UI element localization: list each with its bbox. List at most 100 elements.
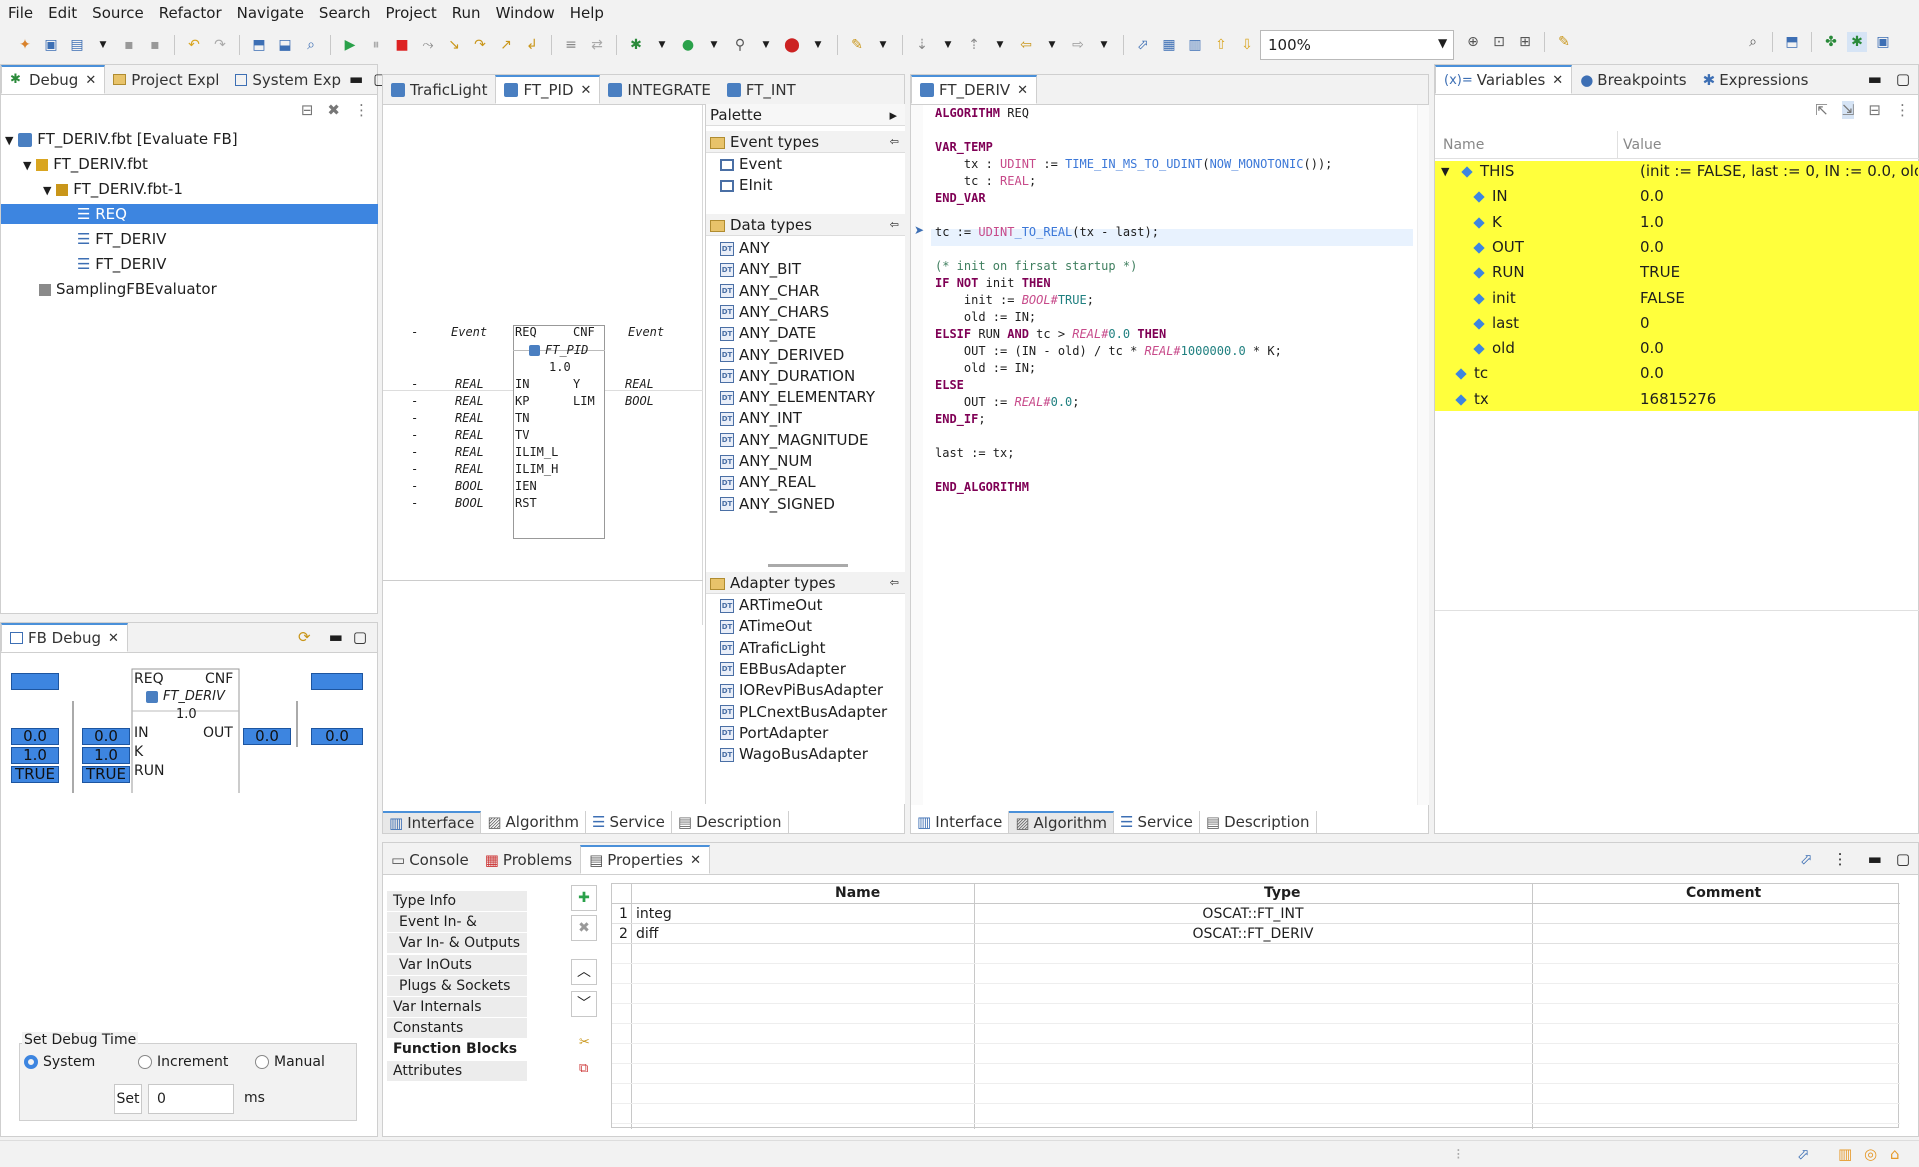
- minimize-icon[interactable]: ▬: [1868, 70, 1882, 88]
- drop-frame-icon[interactable]: ↲: [522, 35, 542, 55]
- pen-icon[interactable]: ✎: [1554, 32, 1574, 52]
- maximize-icon[interactable]: ▢: [353, 628, 367, 646]
- out-value-2[interactable]: 0.0: [311, 728, 363, 745]
- palette-item[interactable]: DT ANY_INT: [720, 408, 802, 429]
- move-down-icon[interactable]: ⇩: [1237, 35, 1257, 55]
- tab-properties[interactable]: ▤ Properties ✕: [580, 845, 710, 874]
- palette-event-types[interactable]: Event types ⇦: [706, 131, 905, 153]
- collapse-icon[interactable]: ⇦: [890, 572, 899, 594]
- palette-item[interactable]: DT ANY_SIGNED: [720, 494, 835, 515]
- dropdown-icon[interactable]: ▼: [938, 35, 958, 55]
- pin-view-icon[interactable]: ⬀: [1800, 850, 1813, 868]
- code-line[interactable]: VAR_TEMP: [935, 139, 1332, 156]
- menu-edit[interactable]: Edit: [48, 4, 77, 22]
- left-value-run[interactable]: TRUE: [11, 766, 59, 783]
- code-line[interactable]: OUT := REAL#0.0;: [935, 394, 1332, 411]
- tab-project-explorer[interactable]: Project Expl: [105, 65, 227, 94]
- property-section[interactable]: Plugs & Sockets: [387, 975, 527, 997]
- palette-data-types[interactable]: Data types ⇦: [706, 214, 905, 236]
- new-project-icon[interactable]: ✦: [15, 35, 35, 55]
- move-up-button[interactable]: ︿: [571, 959, 597, 985]
- tab-debug[interactable]: ✱ Debug ✕: [1, 65, 106, 94]
- redo-icon[interactable]: ↷: [210, 35, 230, 55]
- palette-item[interactable]: DT EBBusAdapter: [720, 659, 846, 680]
- variable-row[interactable]: RUN TRUE: [1435, 262, 1919, 283]
- new-system-icon[interactable]: ▣: [41, 35, 61, 55]
- step-return-icon[interactable]: ↗: [496, 35, 516, 55]
- move-down-button[interactable]: ﹀: [571, 991, 597, 1017]
- code-line[interactable]: ELSE: [935, 377, 1332, 394]
- palette-item[interactable]: DT ANY_MAGNITUDE: [720, 430, 869, 451]
- tab-ft-deriv[interactable]: FT_DERIV ✕: [911, 75, 1038, 104]
- collapse-icon[interactable]: ⇦: [890, 214, 899, 236]
- palette-item[interactable]: DT ANY_BIT: [720, 259, 801, 280]
- tab-fb-debug[interactable]: FB Debug ✕: [1, 623, 128, 652]
- input-pin[interactable]: IEN: [515, 479, 537, 493]
- progress-icon[interactable]: ⬀: [1797, 1145, 1810, 1163]
- tab-variables[interactable]: (x)= Variables ✕: [1435, 65, 1573, 94]
- tab-expressions[interactable]: ✱ Expressions: [1695, 65, 1817, 94]
- close-icon[interactable]: ✕: [108, 631, 119, 646]
- show-type-icon[interactable]: ⇱: [1815, 101, 1828, 119]
- menu-navigate[interactable]: Navigate: [237, 4, 304, 22]
- variable-row[interactable]: ▼ THIS (init := FALSE, last := 0, IN := 0…: [1435, 161, 1919, 182]
- code-line[interactable]: tc := UDINT_TO_REAL(tx - last);: [935, 224, 1332, 241]
- palette-item[interactable]: DT ANY_NUM: [720, 451, 812, 472]
- out-value-1[interactable]: 0.0: [243, 728, 291, 745]
- tab-integrate[interactable]: INTEGRATE: [600, 75, 718, 104]
- palette-item[interactable]: DT WagoBusAdapter: [720, 744, 868, 765]
- step-over-icon[interactable]: ↷: [470, 35, 490, 55]
- palette-item[interactable]: DT ANY_DERIVED: [720, 345, 844, 366]
- learn-icon[interactable]: ⌂: [1890, 1145, 1900, 1163]
- variable-row[interactable]: K 1.0: [1435, 212, 1919, 233]
- tab-system-explorer[interactable]: System Exp: [227, 65, 349, 94]
- import-icon[interactable]: ⬒: [249, 35, 269, 55]
- input-pin[interactable]: ILIM_H: [515, 462, 558, 476]
- code-line[interactable]: old := IN;: [935, 309, 1332, 326]
- step-into-icon[interactable]: ↘: [444, 35, 464, 55]
- palette-item[interactable]: DT PLCnextBusAdapter: [720, 702, 887, 723]
- forward-icon[interactable]: ⇨: [1068, 35, 1088, 55]
- search-tool-icon[interactable]: ⌕: [301, 35, 321, 55]
- input-pin[interactable]: RST: [515, 496, 537, 510]
- toggle-icon[interactable]: ⇄: [587, 35, 607, 55]
- tree-item-fbt-1[interactable]: ▼ FT_DERIV.fbt-1: [43, 179, 183, 199]
- palette-item[interactable]: DT ANY_CHAR: [720, 281, 820, 302]
- menu-window[interactable]: Window: [496, 4, 555, 22]
- palette-item[interactable]: DT ANY_DURATION: [720, 366, 855, 387]
- dropdown-icon[interactable]: ▼: [704, 35, 724, 55]
- code-line[interactable]: tc : REAL;: [935, 173, 1332, 190]
- minimize-icon[interactable]: ▬: [329, 628, 343, 646]
- tab-algorithm[interactable]: ▨ Algorithm: [481, 811, 586, 833]
- tab-breakpoints[interactable]: ● Breakpoints: [1572, 65, 1694, 94]
- variable-row[interactable]: last 0: [1435, 313, 1919, 334]
- tab-description[interactable]: ▤ Description: [1200, 811, 1317, 833]
- scroll-thumb[interactable]: [768, 564, 848, 567]
- fit-icon[interactable]: ⊡: [1489, 32, 1509, 52]
- tab-ft-pid[interactable]: FT_PID ✕: [495, 75, 601, 104]
- palette-item[interactable]: DT ATraficLight: [720, 638, 826, 659]
- format-icon[interactable]: ≡: [561, 35, 581, 55]
- tree-item-sampling[interactable]: SamplingFBEvaluator: [39, 279, 217, 299]
- close-icon[interactable]: ✕: [85, 73, 96, 88]
- view-menu-icon[interactable]: ⋮: [354, 101, 369, 119]
- code-line[interactable]: tx : UDINT := TIME_IN_MS_TO_UDINT(NOW_MO…: [935, 156, 1333, 173]
- open-perspective-icon[interactable]: ⬒: [1782, 32, 1802, 52]
- perspective-4diac-icon[interactable]: ✤: [1821, 32, 1841, 52]
- close-icon[interactable]: ✕: [690, 853, 701, 868]
- export-icon[interactable]: ⬓: [275, 35, 295, 55]
- code-line[interactable]: END_IF;: [935, 411, 1332, 428]
- menu-source[interactable]: Source: [92, 4, 144, 22]
- table-icon[interactable]: ▦: [1159, 35, 1179, 55]
- table-row[interactable]: 2 diff OSCAT::FT_DERIV: [612, 924, 1900, 944]
- menu-help[interactable]: Help: [570, 4, 604, 22]
- debug-icon[interactable]: ✱: [626, 35, 646, 55]
- tab-traficlight[interactable]: TraficLight: [383, 75, 495, 104]
- tab-interface[interactable]: ▥ Interface: [911, 811, 1010, 833]
- input-pin[interactable]: TN: [515, 411, 529, 425]
- tab-description[interactable]: ▤ Description: [672, 811, 789, 833]
- variable-row[interactable]: OUT 0.0: [1435, 237, 1919, 258]
- collapse-icon[interactable]: ⊟: [301, 101, 314, 119]
- tab-ft-int[interactable]: FT_INT: [719, 75, 804, 104]
- dropdown-icon[interactable]: ▼: [1042, 35, 1062, 55]
